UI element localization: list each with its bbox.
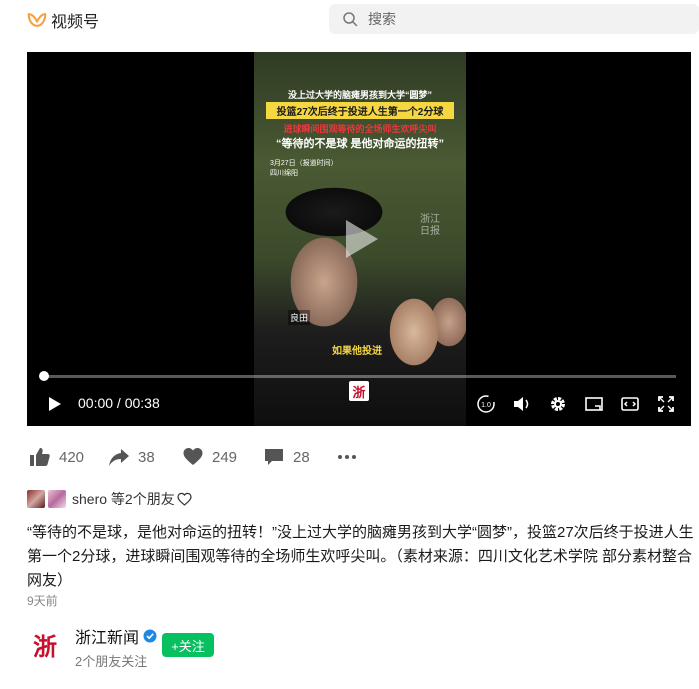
video-caption-line2: 投篮27次后终于投进人生第一个2分球	[266, 102, 454, 119]
channel-watermark-logo: 浙	[349, 381, 369, 401]
video-date: 3月27日（报道时间）	[270, 160, 338, 167]
friends-text: shero 等2个朋友	[72, 491, 175, 507]
heart-outline-icon	[177, 492, 192, 506]
post-description: “等待的不是球，是他对命运的扭转！”没上过大学的脑瘫男孩到大学“圆梦”，投篮27…	[27, 524, 694, 589]
share-arrow-icon	[109, 449, 129, 466]
video-name-label: 良田	[288, 310, 311, 325]
heart-icon	[183, 448, 203, 465]
friend-avatar-2[interactable]	[48, 490, 66, 508]
author-name-row[interactable]: 浙江新闻	[75, 624, 157, 648]
video-date-location: 3月27日（报道时间） 四川绵阳	[270, 159, 338, 179]
heart-count: 249	[212, 448, 238, 466]
video-watermark: 浙江 日报	[420, 214, 440, 237]
thumbs-up-icon	[30, 448, 50, 466]
friends-liked-row[interactable]: shero 等2个朋友	[27, 489, 192, 509]
progress-bar[interactable]	[44, 375, 676, 378]
center-play-icon[interactable]	[334, 214, 384, 264]
author-name: 浙江新闻	[75, 630, 140, 647]
video-caption-line4: “等待的不是球 是他对命运的扭转”	[275, 138, 445, 150]
comment-bubble-icon	[265, 449, 283, 465]
author-avatar[interactable]: 浙	[27, 628, 63, 664]
search-bar[interactable]	[329, 4, 699, 34]
author-card: 浙 浙江新闻 2个朋友关注 +关注	[27, 624, 627, 674]
settings-gear-icon[interactable]	[547, 393, 569, 415]
speed-label: 1.0	[481, 402, 491, 409]
share-button[interactable]: 38	[108, 446, 155, 468]
channel-logo-glyph: 浙	[352, 384, 366, 400]
comment-count: 28	[293, 448, 310, 466]
video-location: 四川绵阳	[270, 170, 298, 177]
friend-avatar-1[interactable]	[27, 490, 45, 508]
app-name: 视频号	[51, 14, 100, 31]
like-button[interactable]: 420	[29, 446, 84, 468]
play-icon[interactable]	[43, 393, 65, 415]
cast-icon[interactable]	[583, 393, 605, 415]
playback-speed-icon[interactable]: 1.0	[475, 393, 497, 415]
author-logo-glyph: 浙	[33, 633, 57, 661]
fullscreen-icon[interactable]	[655, 393, 677, 415]
search-input[interactable]	[366, 10, 670, 28]
like-count: 420	[59, 448, 85, 466]
app-logo[interactable]: 视频号	[27, 8, 99, 32]
search-icon	[343, 12, 358, 27]
picture-in-picture-icon[interactable]	[619, 393, 641, 415]
video-caption-line1: 没上过大学的脑瘫男孩到大学“圆梦”	[287, 90, 432, 100]
progress-knob[interactable]	[39, 371, 49, 381]
zhejiang-news-logo-icon: 浙	[27, 628, 63, 664]
video-caption-line3: 进球瞬间围观等待的全场师生欢呼尖叫	[283, 124, 437, 134]
heart-button[interactable]: 249	[182, 446, 237, 468]
time-display: 00:00 / 00:38	[78, 395, 160, 411]
share-count: 38	[138, 448, 155, 466]
video-player[interactable]: 没上过大学的脑瘫男孩到大学“圆梦” 投篮27次后终于投进人生第一个2分球 进球瞬…	[27, 52, 691, 426]
more-dots-icon	[338, 455, 356, 459]
follow-button[interactable]: +关注	[162, 633, 214, 657]
video-subtitle: 如果他投进	[332, 346, 382, 357]
author-followers-text: 2个朋友关注	[75, 654, 148, 669]
more-button[interactable]	[336, 446, 358, 468]
volume-icon[interactable]	[511, 393, 533, 415]
comment-button[interactable]: 28	[263, 446, 310, 468]
post-age: 9天前	[27, 594, 58, 608]
verified-badge-icon	[143, 629, 157, 643]
channels-butterfly-icon	[27, 13, 47, 27]
top-header: 视频号	[0, 0, 699, 40]
